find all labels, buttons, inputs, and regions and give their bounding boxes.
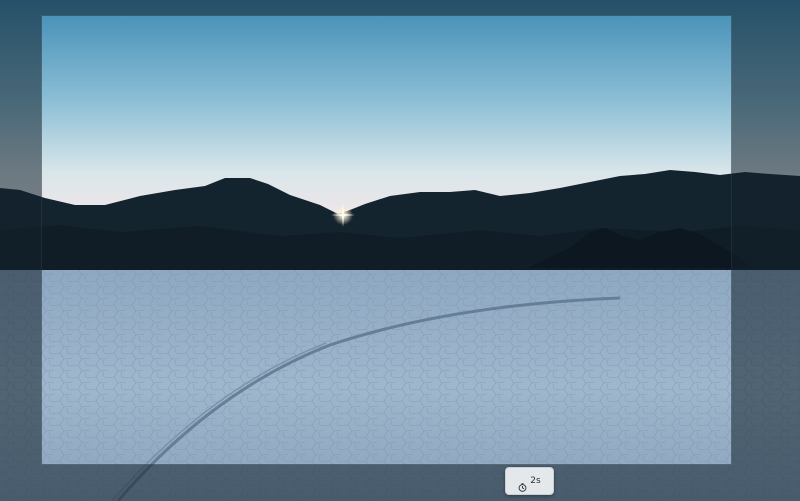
delay-timer-button[interactable]: 2s — [505, 467, 554, 495]
delay-timer-label: 2s — [530, 475, 541, 486]
dim-overlay-top — [0, 0, 800, 16]
dim-overlay-bottom — [0, 464, 800, 501]
dim-overlay-right — [731, 16, 800, 464]
desktop: 2s — [0, 0, 800, 501]
timer-icon — [518, 477, 527, 492]
dim-overlay-left — [0, 16, 42, 464]
screenshot-selection-area[interactable] — [42, 16, 731, 464]
